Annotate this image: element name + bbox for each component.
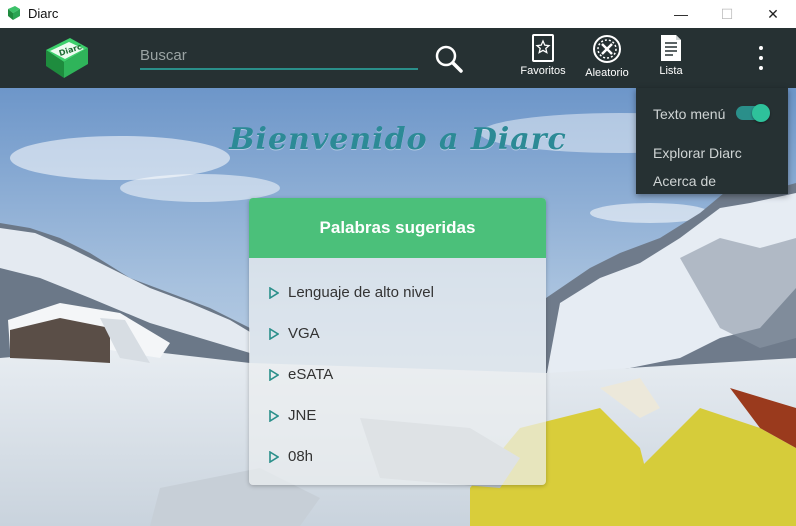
suggestion-label: eSATA: [288, 366, 334, 383]
options-menu: Texto menú Explorar Diarc Acerca de: [636, 88, 788, 194]
toggle-knob: [752, 104, 770, 122]
random-label: Aleatorio: [585, 67, 629, 79]
favorites-button[interactable]: Favoritos: [518, 34, 568, 86]
favorites-label: Favoritos: [520, 65, 566, 77]
suggestion-item[interactable]: Lenguaje de alto nivel: [249, 272, 546, 313]
window-title-bar: Diarc — ☐ ✕: [0, 0, 796, 28]
play-triangle-icon: [269, 450, 279, 463]
menu-item-text-menu[interactable]: Texto menú: [653, 106, 725, 122]
play-triangle-icon: [269, 327, 279, 340]
suggestion-label: VGA: [288, 325, 320, 342]
suggestion-label: 08h: [288, 448, 314, 465]
app-book-icon: [8, 6, 20, 20]
more-options-icon[interactable]: [752, 46, 770, 70]
suggestion-item[interactable]: 08h: [249, 436, 546, 477]
top-toolbar: Diarc Favoritos Aleatorio Lista: [0, 28, 796, 88]
list-button[interactable]: Lista: [646, 34, 696, 86]
suggestion-item[interactable]: JNE: [249, 395, 546, 436]
suggestions-card: Palabras sugeridas Lenguaje de alto nive…: [249, 198, 546, 485]
random-button[interactable]: Aleatorio: [582, 34, 632, 86]
play-triangle-icon: [269, 409, 279, 422]
list-document-icon: [661, 35, 681, 61]
search-input[interactable]: [140, 42, 418, 70]
diarc-logo[interactable]: Diarc: [40, 32, 92, 82]
suggestions-list: Lenguaje de alto nivel VGA eSATA JNE 08h: [249, 258, 546, 477]
list-label: Lista: [659, 65, 683, 77]
search-icon[interactable]: [434, 44, 464, 74]
close-button[interactable]: ✕: [750, 0, 796, 28]
maximize-button[interactable]: ☐: [704, 0, 750, 28]
suggestions-title: Palabras sugeridas: [249, 198, 546, 258]
menu-item-about[interactable]: Acerca de: [653, 173, 716, 189]
suggestion-label: JNE: [288, 407, 317, 424]
menu-item-explore[interactable]: Explorar Diarc: [653, 145, 742, 161]
star-card-icon: [532, 34, 554, 62]
text-menu-toggle[interactable]: [736, 104, 770, 122]
play-triangle-icon: [269, 368, 279, 381]
shuffle-x-icon: [593, 35, 621, 63]
suggestion-item[interactable]: VGA: [249, 313, 546, 354]
suggestion-item[interactable]: eSATA: [249, 354, 546, 395]
suggestion-label: Lenguaje de alto nivel: [288, 284, 434, 301]
minimize-button[interactable]: —: [658, 0, 704, 28]
window-title: Diarc: [28, 6, 59, 21]
play-triangle-icon: [269, 286, 279, 299]
